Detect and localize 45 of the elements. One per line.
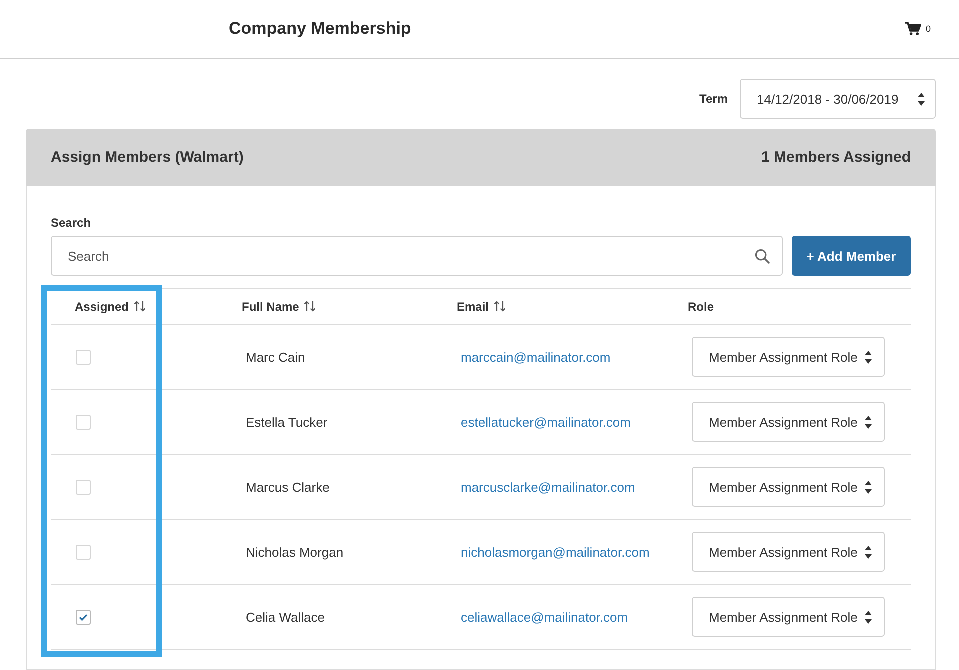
up-down-caret-icon [865, 480, 872, 494]
search-icon[interactable] [755, 249, 770, 264]
members-assigned-count: 1 Members Assigned [762, 149, 911, 166]
sort-icon [134, 301, 146, 312]
column-header[interactable]: Full Name [242, 300, 316, 314]
assigned-checkbox[interactable] [76, 480, 91, 494]
panel-title: Assign Members (Walmart) [51, 149, 244, 166]
up-down-caret-icon [865, 610, 872, 624]
email-link[interactable]: celiawallace@mailinator.com [461, 610, 628, 624]
check-icon [79, 614, 88, 620]
term-label: Term [700, 92, 728, 106]
up-down-caret-icon [918, 92, 925, 106]
search-field[interactable]: Search [51, 236, 783, 276]
sort-icon [494, 301, 506, 312]
assigned-checkbox[interactable] [76, 610, 91, 624]
assigned-checkbox[interactable] [76, 544, 91, 560]
role-select[interactable]: Member Assignment Role [692, 467, 885, 507]
up-down-caret-icon [865, 416, 872, 428]
email-link[interactable]: estellatucker@mailinator.com [461, 414, 631, 430]
email-link[interactable]: nicholasmorgan@mailinator.com [461, 544, 650, 560]
column-header[interactable]: Email [457, 300, 506, 314]
member-name: Estella Tucker [246, 414, 328, 430]
email-link[interactable]: marcusclarke@mailinator.com [461, 480, 636, 494]
up-down-caret-icon [865, 350, 872, 364]
add-member-button[interactable]: + Add Member [792, 236, 911, 276]
column-header[interactable]: Assigned [75, 300, 146, 314]
sort-icon [304, 301, 316, 312]
member-name: Marc Cain [246, 350, 306, 364]
assigned-checkbox[interactable] [76, 414, 91, 430]
role-select[interactable]: Member Assignment Role [692, 532, 885, 572]
column-header[interactable]: Role [688, 300, 714, 314]
term-select[interactable]: 14/12/2018 - 30/06/2019 [740, 79, 936, 119]
role-select[interactable]: Member Assignment Role [692, 402, 885, 442]
cart-count: 0 [926, 24, 931, 34]
role-select[interactable]: Member Assignment Role [692, 337, 885, 377]
assigned-checkbox[interactable] [76, 350, 91, 364]
role-select[interactable]: Member Assignment Role [692, 597, 885, 637]
cart-icon[interactable] [904, 22, 921, 36]
member-name: Marcus Clarke [246, 480, 330, 494]
page-title: Company Membership [229, 19, 412, 39]
search-label: Search [51, 216, 92, 230]
email-link[interactable]: marccain@mailinator.com [461, 350, 611, 364]
up-down-caret-icon [865, 546, 872, 558]
member-name: Nicholas Morgan [246, 544, 344, 560]
member-name: Celia Wallace [246, 610, 325, 624]
